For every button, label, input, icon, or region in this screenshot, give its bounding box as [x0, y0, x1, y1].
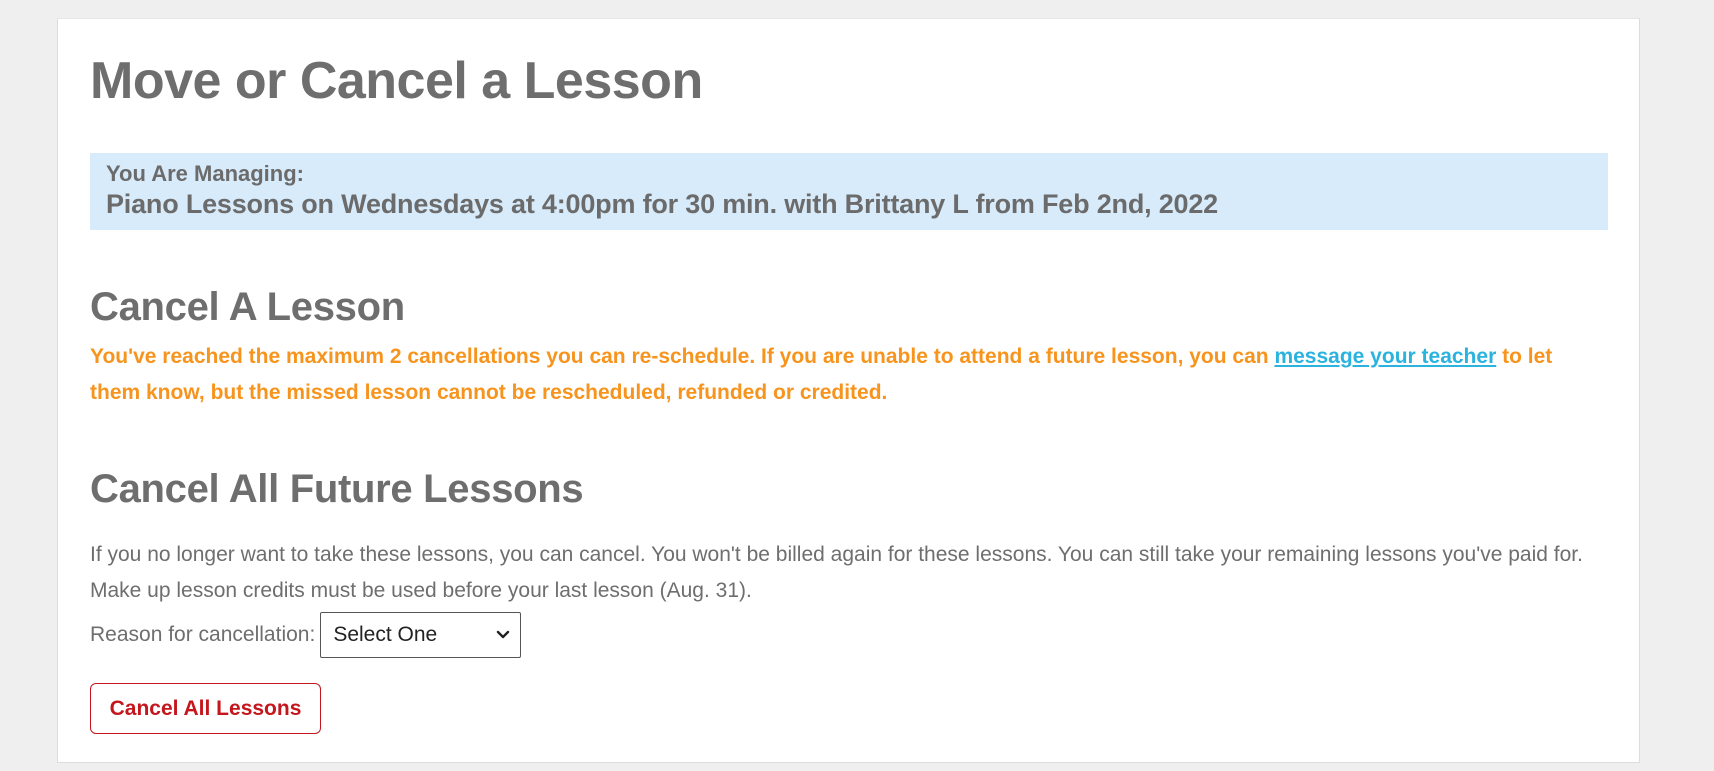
- warning-text-before: You've reached the maximum 2 cancellatio…: [90, 345, 1275, 368]
- cancel-future-title: Cancel All Future Lessons: [90, 467, 584, 511]
- reason-select-value: Select One: [333, 623, 438, 646]
- cancel-future-description: If you no longer want to take these less…: [90, 543, 1583, 602]
- cancel-lesson-title: Cancel A Lesson: [90, 285, 405, 329]
- page-title: Move or Cancel a Lesson: [90, 52, 703, 110]
- reason-row: Reason for cancellation: Select One: [90, 612, 522, 658]
- managing-value: Piano Lessons on Wednesdays at 4:00pm fo…: [106, 189, 1218, 219]
- main-card: Move or Cancel a Lesson You Are Managing…: [57, 18, 1640, 763]
- reason-select[interactable]: Select One: [320, 612, 522, 658]
- managing-banner: You Are Managing: Piano Lessons on Wedne…: [90, 153, 1608, 230]
- reason-label: Reason for cancellation:: [90, 623, 316, 646]
- chevron-down-icon: [497, 630, 510, 639]
- cancel-all-lessons-button[interactable]: Cancel All Lessons: [90, 683, 321, 734]
- cancellation-limit-warning: You've reached the maximum 2 cancellatio…: [90, 339, 1608, 411]
- message-teacher-link[interactable]: message your teacher: [1274, 345, 1496, 368]
- managing-label: You Are Managing:: [106, 161, 304, 186]
